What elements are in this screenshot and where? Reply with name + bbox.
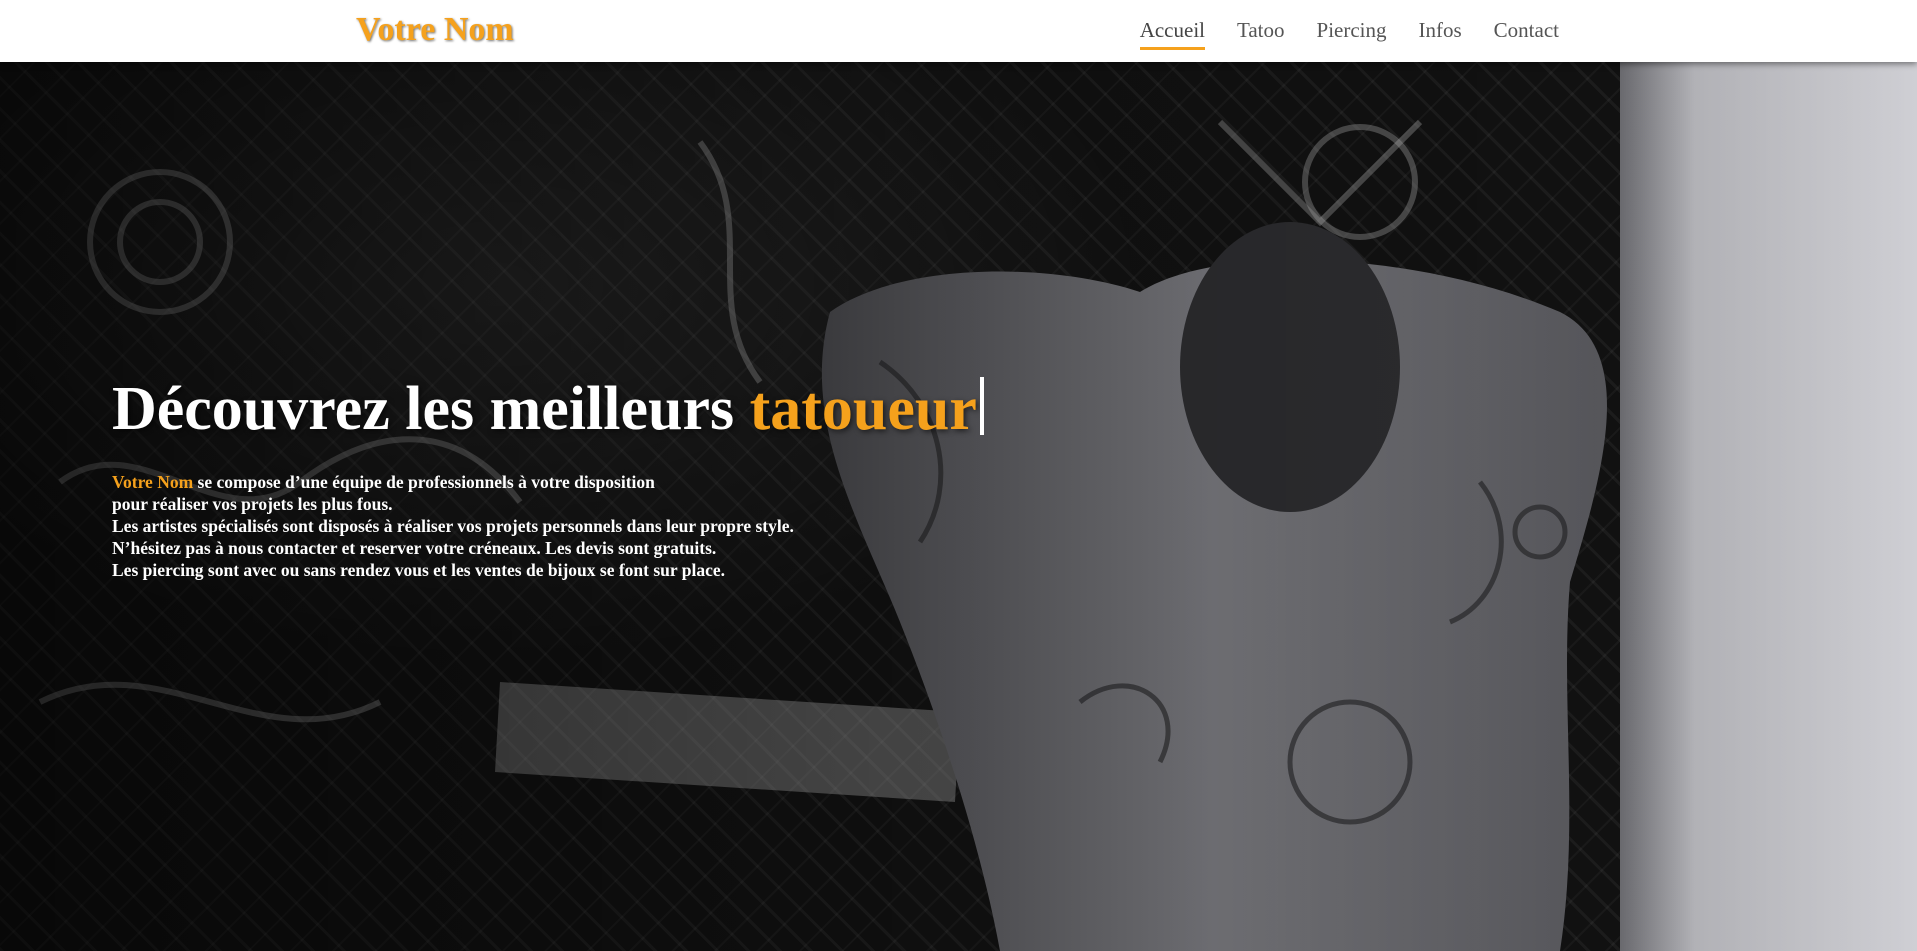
main-nav: Accueil Tatoo Piercing Infos Contact xyxy=(1139,18,1559,50)
navbar: Votre Nom Accueil Tatoo Piercing Infos C… xyxy=(0,0,1917,62)
typing-cursor xyxy=(979,377,984,435)
nav-item-accueil[interactable]: Accueil xyxy=(1139,18,1205,50)
hero-line: Les artistes spécialisés sont disposés à… xyxy=(112,516,794,536)
hero-brand-mention: Votre Nom xyxy=(112,472,194,492)
hero-line: Les piercing sont avec ou sans rendez vo… xyxy=(112,560,725,580)
hero-line: N’hésitez pas à nous contacter et reserv… xyxy=(112,538,717,558)
nav-item-infos[interactable]: Infos xyxy=(1419,18,1462,50)
hero-description: Votre Nom se compose d’une équipe de pro… xyxy=(112,471,1092,581)
hero-section: Découvrez les meilleurs tatoueur Votre N… xyxy=(0,62,1917,951)
hero-intro-text: se compose d’une équipe de professionnel… xyxy=(197,472,655,492)
hero-content: Découvrez les meilleurs tatoueur Votre N… xyxy=(112,374,1092,581)
nav-item-piercing[interactable]: Piercing xyxy=(1317,18,1387,50)
nav-item-contact[interactable]: Contact xyxy=(1494,18,1559,50)
hero-line: pour réaliser vos projets les plus fous. xyxy=(112,494,393,514)
hero-title-accent: tatoueur xyxy=(749,375,977,443)
nav-item-tatoo[interactable]: Tatoo xyxy=(1237,18,1285,50)
hero-line-intro: Votre Nom se compose d’une équipe de pro… xyxy=(112,471,1092,493)
hero-title-prefix: Découvrez les meilleurs xyxy=(112,375,735,443)
site-logo[interactable]: Votre Nom xyxy=(356,11,514,49)
hero-title: Découvrez les meilleurs tatoueur xyxy=(112,374,1092,445)
